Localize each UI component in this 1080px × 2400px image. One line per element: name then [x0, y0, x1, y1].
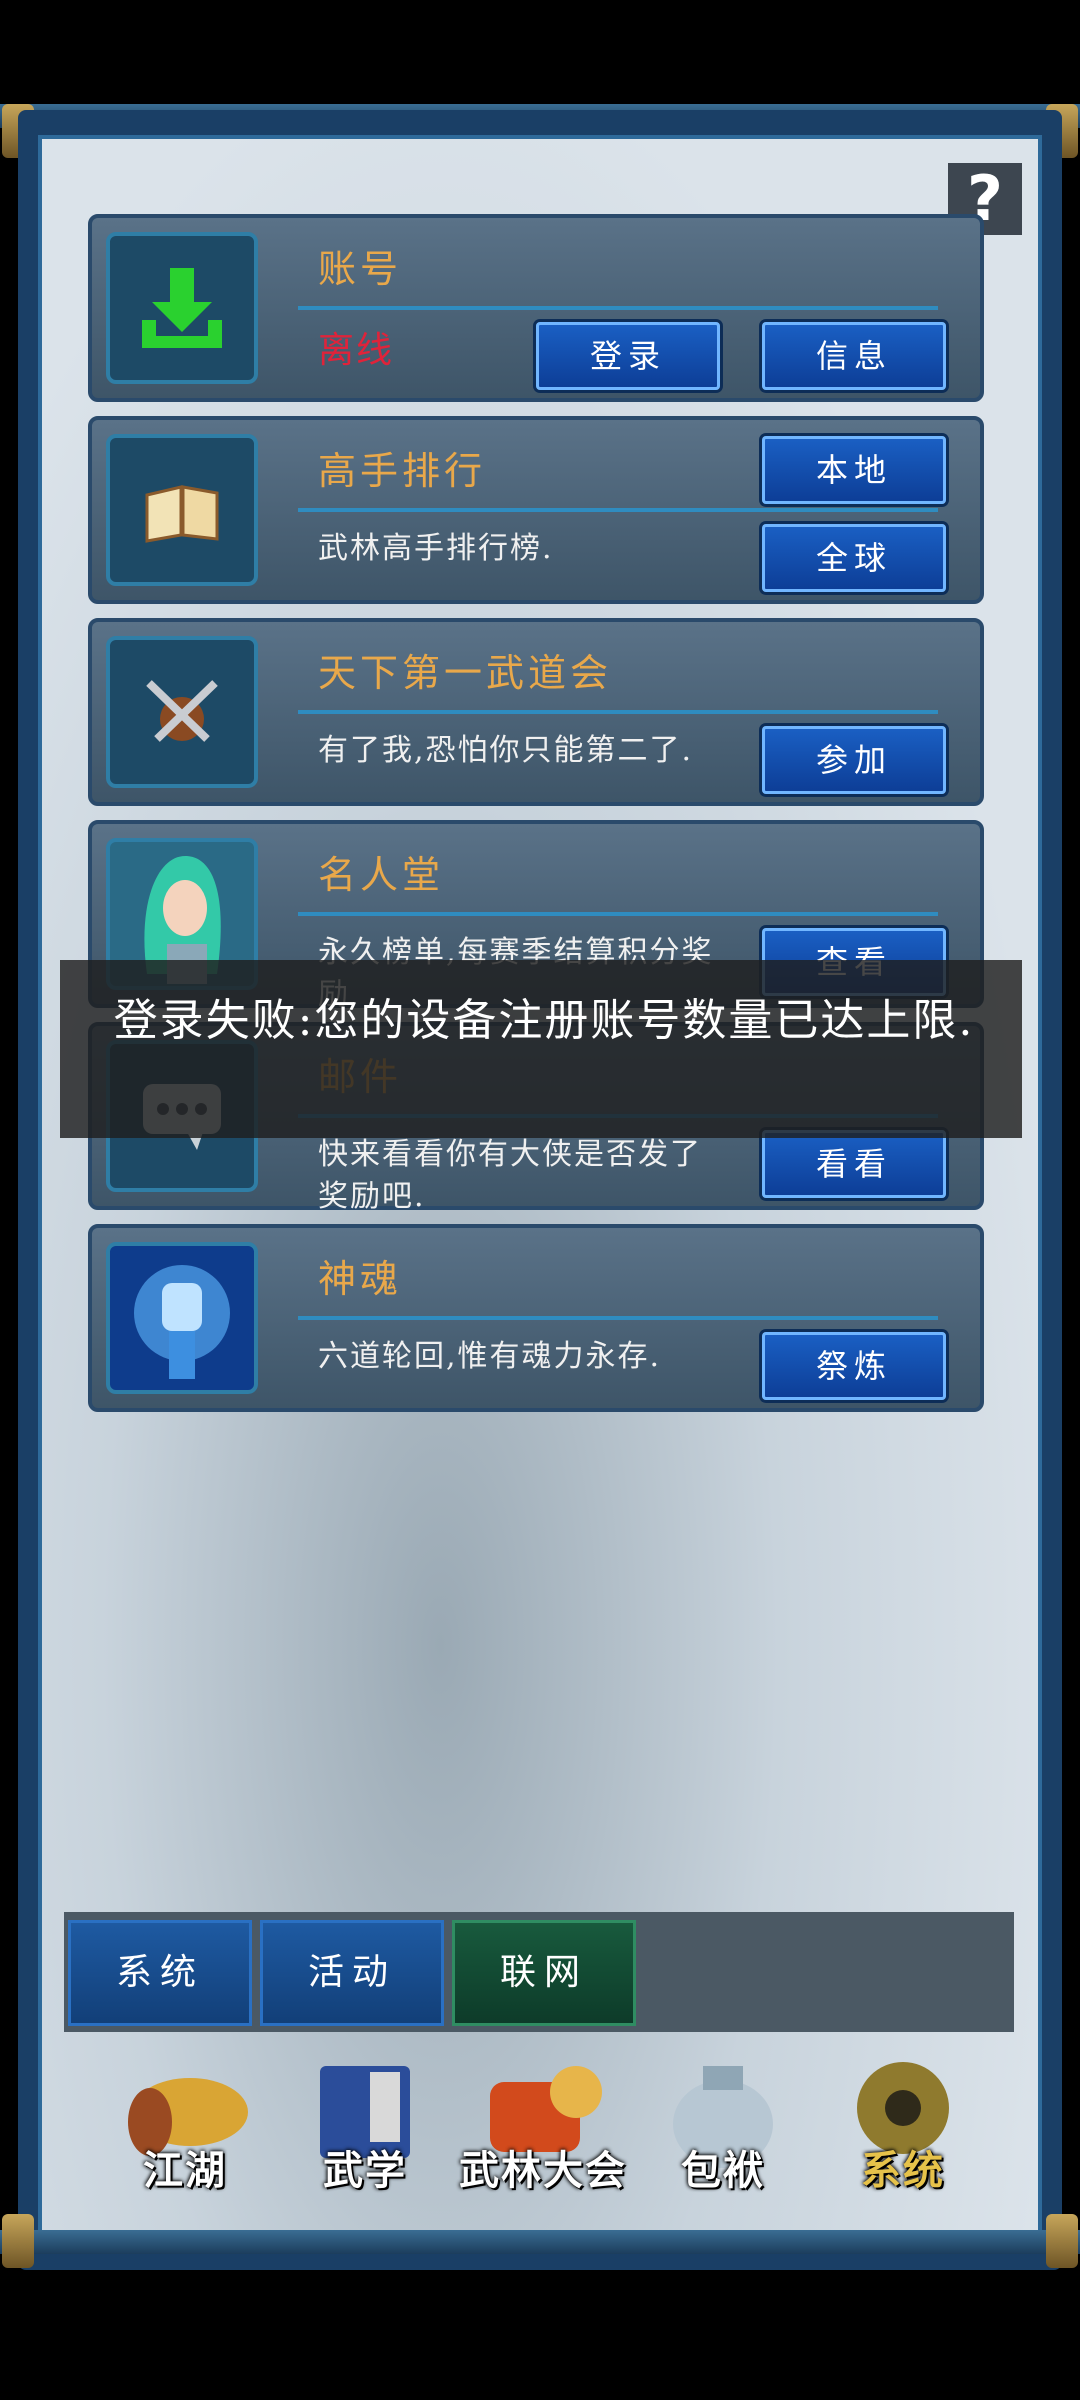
tab-activity[interactable]: 活动 [260, 1920, 444, 2026]
divider [298, 1316, 938, 1320]
nav-jianghu[interactable]: 江湖 [100, 2052, 270, 2202]
check-mail-button[interactable]: 看看 [762, 1130, 946, 1198]
row-title: 账号 [318, 247, 403, 291]
row-title: 名人堂 [318, 853, 445, 897]
info-button[interactable]: 信息 [762, 322, 946, 390]
nav-inventory[interactable]: 包袱 [638, 2052, 808, 2202]
row-title: 高手排行 [318, 449, 487, 493]
local-rank-button[interactable]: 本地 [762, 436, 946, 504]
crossed-swords-icon [106, 636, 258, 788]
nav-martial-arts[interactable]: 武学 [280, 2052, 450, 2202]
book-icon [106, 434, 258, 586]
toast-message: 登录失败:您的设备注册账号数量已达上限. [113, 995, 975, 1046]
tab-system[interactable]: 系统 [68, 1920, 252, 2026]
divider [298, 710, 938, 714]
scroll-cap-left [2, 2214, 34, 2268]
refine-button[interactable]: 祭炼 [762, 1332, 946, 1400]
soul-fist-icon [106, 1242, 258, 1394]
divider [298, 912, 938, 916]
global-rank-button[interactable]: 全球 [762, 524, 946, 592]
bottom-scroll-rod [0, 2230, 1080, 2254]
nav-label: 包袱 [681, 2147, 765, 2194]
soul-row: 神魂 六道轮回,惟有魂力永存. 祭炼 [88, 1224, 984, 1412]
nav-tournament[interactable]: 武林大会 [458, 2052, 628, 2202]
tab-bar: 系统 活动 联网 [64, 1912, 1014, 2032]
nav-system[interactable]: 系统 [818, 2052, 988, 2202]
error-toast: 登录失败:您的设备注册账号数量已达上限. [60, 960, 1022, 1138]
row-desc: 有了我,恐怕你只能第二了. [318, 733, 694, 768]
divider [298, 508, 938, 512]
row-desc: 快来看看你有大侠是否发了奖励吧. [318, 1137, 702, 1214]
row-title: 神魂 [318, 1257, 403, 1301]
account-row: 账号 离线 登录 信息 [88, 214, 984, 402]
divider [298, 306, 938, 310]
row-title: 天下第一武道会 [318, 651, 613, 695]
nav-label: 江湖 [143, 2147, 227, 2194]
nav-label: 武林大会 [459, 2147, 627, 2194]
login-button[interactable]: 登录 [536, 322, 720, 390]
rankings-row: 高手排行 武林高手排行榜. 本地 全球 [88, 416, 984, 604]
download-icon [106, 232, 258, 384]
nav-label: 武学 [323, 2147, 407, 2194]
scroll-cap-right [1046, 2214, 1078, 2268]
row-desc: 武林高手排行榜. [318, 531, 554, 566]
tab-online[interactable]: 联网 [452, 1920, 636, 2026]
nav-label: 系统 [861, 2147, 945, 2194]
row-desc: 六道轮回,惟有魂力永存. [318, 1339, 662, 1374]
tournament-row: 天下第一武道会 有了我,恐怕你只能第二了. 参加 [88, 618, 984, 806]
join-button[interactable]: 参加 [762, 726, 946, 794]
